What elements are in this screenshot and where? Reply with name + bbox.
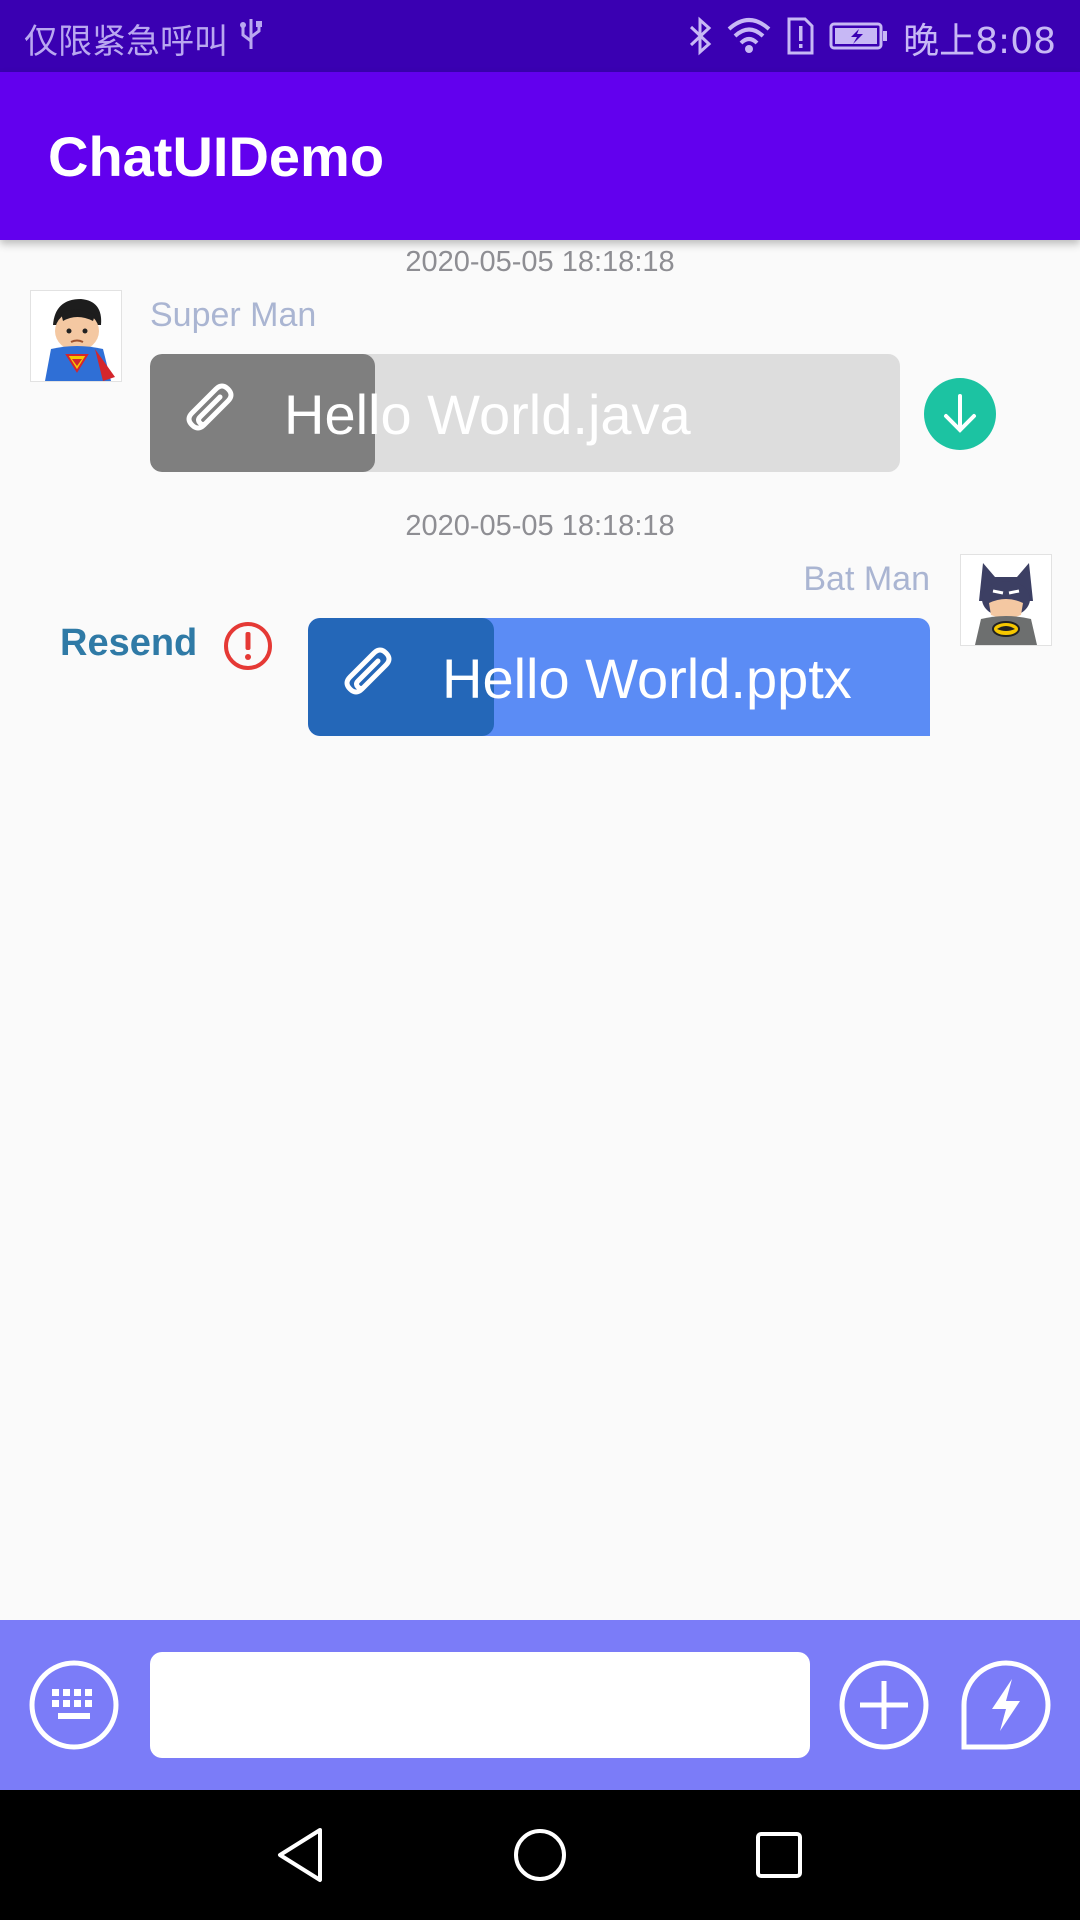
home-icon — [514, 1829, 566, 1881]
lightning-icon — [961, 1660, 1051, 1750]
error-icon[interactable] — [222, 620, 274, 672]
home-button[interactable] — [505, 1820, 575, 1890]
app-title: ChatUIDemo — [48, 125, 385, 188]
emergency-call-text: 仅限紧急呼叫 — [24, 22, 228, 62]
file-name: Hello World.java — [284, 383, 691, 446]
status-bar: 仅限紧急呼叫 晚上8:08 — [0, 0, 1080, 72]
file-message-bubble[interactable]: Hello World.pptx — [308, 618, 930, 736]
back-icon — [278, 1828, 322, 1882]
back-button[interactable] — [266, 1820, 336, 1890]
superman-avatar-icon — [31, 291, 121, 381]
attachment-icon — [340, 647, 400, 707]
batman-avatar-icon — [961, 555, 1051, 645]
battery-charging-icon — [829, 21, 889, 55]
download-button[interactable] — [924, 378, 996, 450]
app-bar: ChatUIDemo — [0, 72, 1080, 240]
bluetooth-icon — [687, 16, 713, 60]
sender-name: Super Man — [150, 296, 317, 334]
plus-icon — [839, 1660, 929, 1750]
attachment-icon — [182, 383, 242, 443]
avatar[interactable] — [960, 554, 1052, 646]
file-name: Hello World.pptx — [442, 647, 852, 710]
quick-action-button[interactable] — [960, 1659, 1052, 1751]
avatar[interactable] — [30, 290, 122, 382]
message-timestamp: 2020-05-05 18:18:18 — [405, 510, 675, 542]
system-nav-bar — [0, 1790, 1080, 1920]
message-input[interactable] — [150, 1652, 810, 1758]
status-right: 晚上8:08 — [687, 12, 1056, 64]
chat-message-list[interactable]: 2020-05-05 18:18:18 Super Man Hello Worl… — [0, 240, 1080, 1620]
add-attachment-button[interactable] — [838, 1659, 930, 1751]
sim-alert-icon — [785, 17, 815, 59]
status-time: 晚上8:08 — [903, 21, 1056, 62]
usb-icon — [238, 17, 264, 60]
download-icon — [944, 394, 976, 433]
file-message-bubble[interactable]: Hello World.java — [150, 354, 900, 472]
recents-button[interactable] — [744, 1820, 814, 1890]
keyboard-icon — [29, 1660, 119, 1750]
recents-icon — [756, 1832, 802, 1878]
chat-screen: 仅限紧急呼叫 晚上8:08 ChatUIDemo 2020-05-05 18:1… — [0, 0, 1080, 1920]
wifi-icon — [727, 17, 771, 59]
sender-name: Bat Man — [803, 560, 930, 598]
message-timestamp: 2020-05-05 18:18:18 — [405, 246, 675, 278]
keyboard-button[interactable] — [28, 1659, 120, 1751]
resend-button[interactable]: Resend — [60, 622, 197, 665]
input-bar — [0, 1620, 1080, 1790]
status-left: 仅限紧急呼叫 — [24, 14, 264, 63]
